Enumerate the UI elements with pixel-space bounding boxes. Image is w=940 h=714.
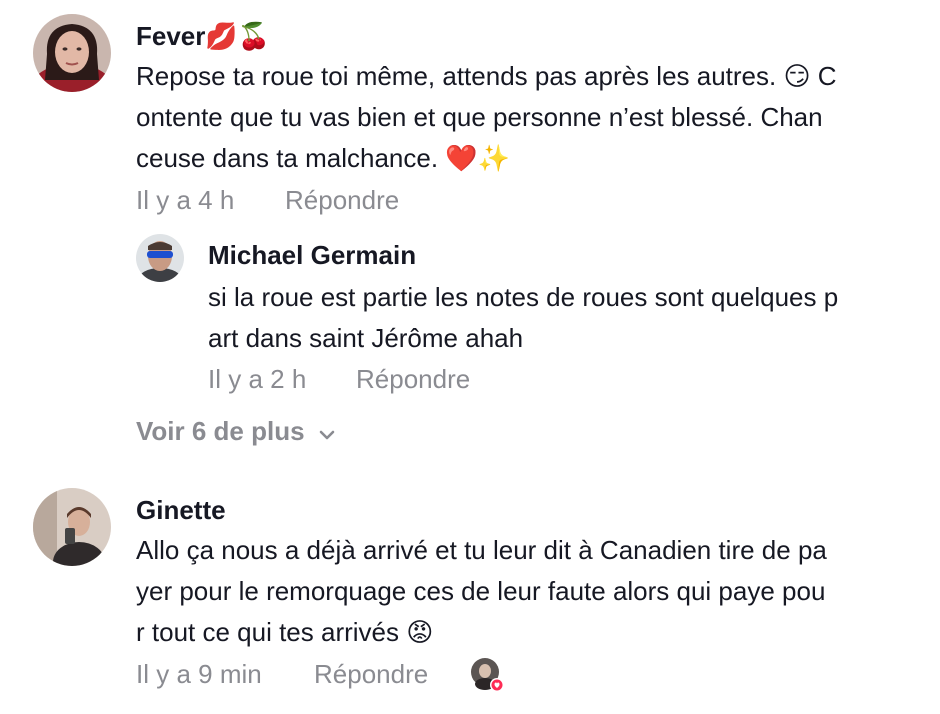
comment-line: ceuse dans ta malchance. ❤️✨ <box>136 143 511 173</box>
reply-timestamp: Il y a 2 h <box>208 364 307 394</box>
comment-text: Allo ça nous a déjà arrivé et tu leur di… <box>136 530 827 653</box>
comment-text: Repose ta roue toi même, attends pas apr… <box>136 56 837 179</box>
comment-line: Repose ta roue toi même, attends pas apr… <box>136 61 837 91</box>
reply-button[interactable]: Répondre <box>356 364 470 395</box>
reply-line: art dans saint Jérôme ahah <box>208 323 524 353</box>
comment-line: r tout ce qui tes arrivés 😡 <box>136 617 434 647</box>
avatar-michael-germain[interactable] <box>136 234 184 282</box>
comment-line: ontente que tu vas bien et que personne … <box>136 102 823 132</box>
avatar-ginette[interactable] <box>33 488 111 566</box>
comment-line: Allo ça nous a déjà arrivé et tu leur di… <box>136 535 827 565</box>
comment-author[interactable]: Ginette <box>136 495 226 526</box>
comment-timestamp: Il y a 4 h <box>136 185 235 215</box>
comment-timestamp: Il y a 9 min <box>136 659 262 689</box>
reply-author[interactable]: Michael Germain <box>208 240 416 271</box>
view-more-replies-button[interactable]: Voir 6 de plus <box>136 416 335 447</box>
reply-line: si la roue est partie les notes de roues… <box>208 282 839 312</box>
chevron-down-icon <box>319 416 335 447</box>
view-more-label: Voir 6 de plus <box>136 416 305 446</box>
author-name: Fever <box>136 21 206 51</box>
reply-button[interactable]: Répondre <box>285 185 399 216</box>
comment-line: yer pour le remorquage ces de leur faute… <box>136 576 826 606</box>
comment-author[interactable]: Fever💋🍒 <box>136 21 270 52</box>
creator-liked-badge <box>470 657 504 693</box>
reply-button[interactable]: Répondre <box>314 659 428 690</box>
avatar-fever[interactable] <box>33 14 111 92</box>
reply-text: si la roue est partie les notes de roues… <box>208 277 838 359</box>
author-emoji: 💋🍒 <box>205 21 271 51</box>
